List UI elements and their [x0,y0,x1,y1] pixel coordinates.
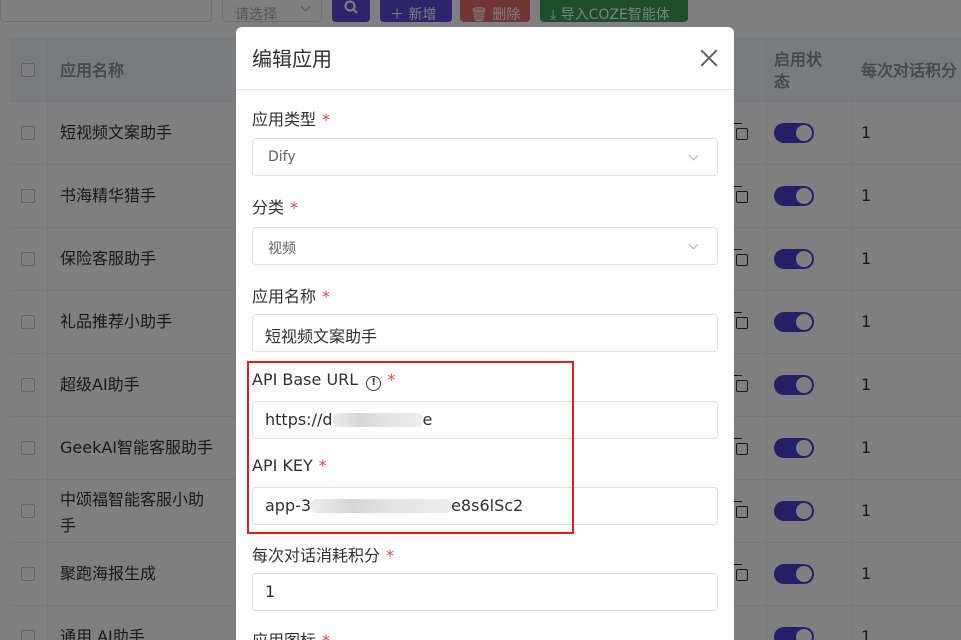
app-name-label-text: 应用名称 [252,287,317,306]
dialog-header: 编辑应用 [236,27,734,90]
highlight-box [247,361,574,534]
category-select[interactable]: 视频 [252,227,718,265]
category-value: 视频 [268,241,296,257]
category-label-text: 分类 [252,198,285,217]
required-mark: * [322,631,330,640]
points-per-chat-label: 每次对话消耗积分 * [252,542,394,566]
edit-app-dialog: 编辑应用 应用类型 * Dify 分类 * 视频 应用名称 * 短视频文案助手 API… [236,27,734,640]
chevron-down-icon [688,239,699,250]
points-per-chat-value: 1 [265,582,276,601]
category-label: 分类 * [252,194,298,218]
required-mark: * [322,287,331,306]
chevron-down-icon [688,150,699,161]
app-type-select[interactable]: Dify [252,138,718,176]
app-icon-label-text: 应用图标 [252,631,316,640]
app-type-value: Dify [268,149,296,165]
required-mark: * [290,198,299,217]
required-mark: * [386,546,395,565]
app-name-value: 短视频文案助手 [265,327,378,346]
app-type-label: 应用类型 * [252,106,330,130]
app-name-input[interactable]: 短视频文案助手 [252,314,718,352]
app-icon-label: 应用图标 * [252,627,330,640]
close-icon[interactable] [698,47,720,69]
points-per-chat-label-text: 每次对话消耗积分 [252,546,381,565]
dialog-title: 编辑应用 [252,47,332,71]
app-name-label: 应用名称 * [252,283,330,307]
points-per-chat-input[interactable]: 1 [252,573,718,611]
required-mark: * [322,110,331,129]
app-type-label-text: 应用类型 [252,110,317,129]
